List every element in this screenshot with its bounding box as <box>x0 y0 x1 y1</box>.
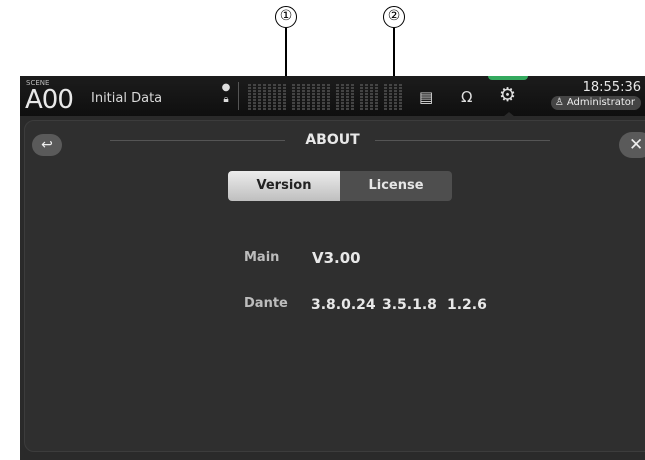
top-bar: SCENE A00 Initial Data ● 🔒︎ ▤ Ω ⚙ 18:55:… <box>20 76 645 116</box>
security-icons[interactable]: ● 🔒︎ <box>219 82 233 106</box>
gear-pointer <box>503 112 515 117</box>
protect-icon: ● <box>221 82 231 93</box>
divider <box>238 82 239 110</box>
dante-version-3: 1.2.6 <box>447 297 487 313</box>
meter-group <box>292 84 330 110</box>
headphones-icon[interactable]: Ω <box>461 88 472 106</box>
tab-license[interactable]: License <box>340 171 452 201</box>
lock-icon: 🔒︎ <box>223 94 229 105</box>
user-badge[interactable]: ♙ Administrator <box>550 96 641 110</box>
user-icon: ♙ <box>554 97 564 108</box>
gear-icon[interactable]: ⚙ <box>499 84 516 106</box>
user-name: Administrator <box>566 97 635 108</box>
tab-version[interactable]: Version <box>228 171 340 201</box>
dante-label: Dante <box>244 296 288 311</box>
dante-version-2: 3.5.1.8 <box>382 297 437 313</box>
meter-group <box>248 84 286 110</box>
page-title: ABOUT <box>305 132 360 148</box>
about-panel <box>24 120 645 452</box>
scene-name[interactable]: Initial Data <box>91 91 162 106</box>
callout-1: ① <box>275 6 297 28</box>
main-label: Main <box>244 250 280 265</box>
active-indicator <box>488 76 528 80</box>
meter-group <box>336 84 354 110</box>
scene-number[interactable]: A00 <box>25 85 74 115</box>
meter-group <box>360 84 378 110</box>
tab-bar: Version License <box>228 171 452 201</box>
meter-group <box>384 84 402 110</box>
callout-2: ② <box>383 6 405 28</box>
main-version: V3.00 <box>312 249 361 267</box>
recorder-icon[interactable]: ▤ <box>419 88 433 106</box>
meter-bridge[interactable] <box>248 84 424 110</box>
dante-version-1: 3.8.0.24 <box>311 297 376 313</box>
clock: 18:55:36 <box>582 80 641 95</box>
device-screen: SCENE A00 Initial Data ● 🔒︎ ▤ Ω ⚙ 18:55:… <box>20 76 645 460</box>
